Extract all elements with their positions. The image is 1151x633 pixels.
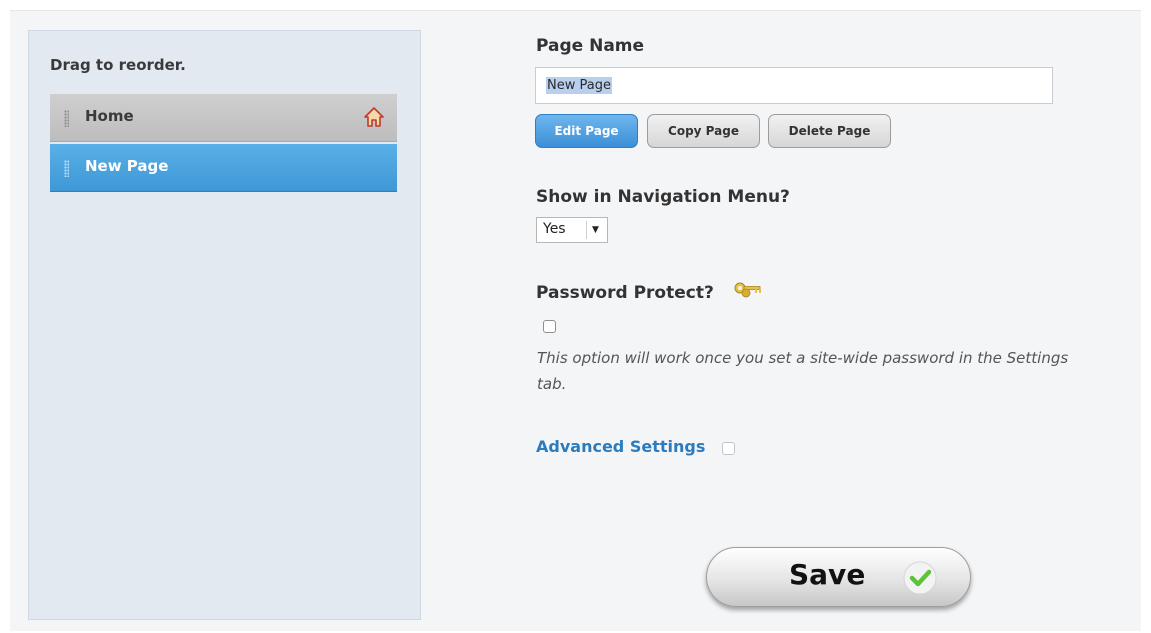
page-name-value: New Page — [546, 77, 612, 94]
page-list-item-new-page[interactable]: New Page — [50, 144, 397, 192]
delete-page-button[interactable]: Delete Page — [768, 114, 891, 148]
page-list-item-label: Home — [85, 107, 134, 125]
save-button[interactable]: Save — [706, 547, 971, 607]
page-list-item-home[interactable]: Home — [50, 94, 397, 142]
page-list-sidebar: Drag to reorder. Home New Page — [28, 30, 421, 620]
nav-menu-label: Show in Navigation Menu? — [536, 187, 790, 207]
nav-menu-select-value: Yes — [543, 221, 566, 237]
edit-page-button[interactable]: Edit Page — [535, 114, 638, 148]
reorder-hint: Drag to reorder. — [50, 56, 186, 74]
password-protect-checkbox[interactable] — [543, 320, 556, 333]
page-list-item-label: New Page — [85, 157, 169, 175]
expand-toggle-icon[interactable] — [722, 442, 735, 455]
copy-page-button[interactable]: Copy Page — [647, 114, 760, 148]
drag-handle-icon[interactable] — [64, 110, 69, 127]
page-name-label: Page Name — [536, 36, 645, 56]
page-name-input[interactable]: New Page — [535, 67, 1053, 104]
checkmark-icon — [903, 561, 937, 595]
password-note: This option will work once you set a sit… — [537, 349, 1069, 394]
advanced-settings-link[interactable]: Advanced Settings — [536, 437, 705, 456]
home-icon — [364, 107, 384, 127]
save-button-label: Save — [789, 558, 866, 591]
drag-handle-icon[interactable] — [64, 160, 69, 177]
keys-icon — [734, 282, 761, 298]
password-protect-label: Password Protect? — [536, 283, 714, 303]
chevron-down-icon: ▼ — [586, 221, 604, 239]
nav-menu-select[interactable]: Yes ▼ — [536, 217, 608, 243]
